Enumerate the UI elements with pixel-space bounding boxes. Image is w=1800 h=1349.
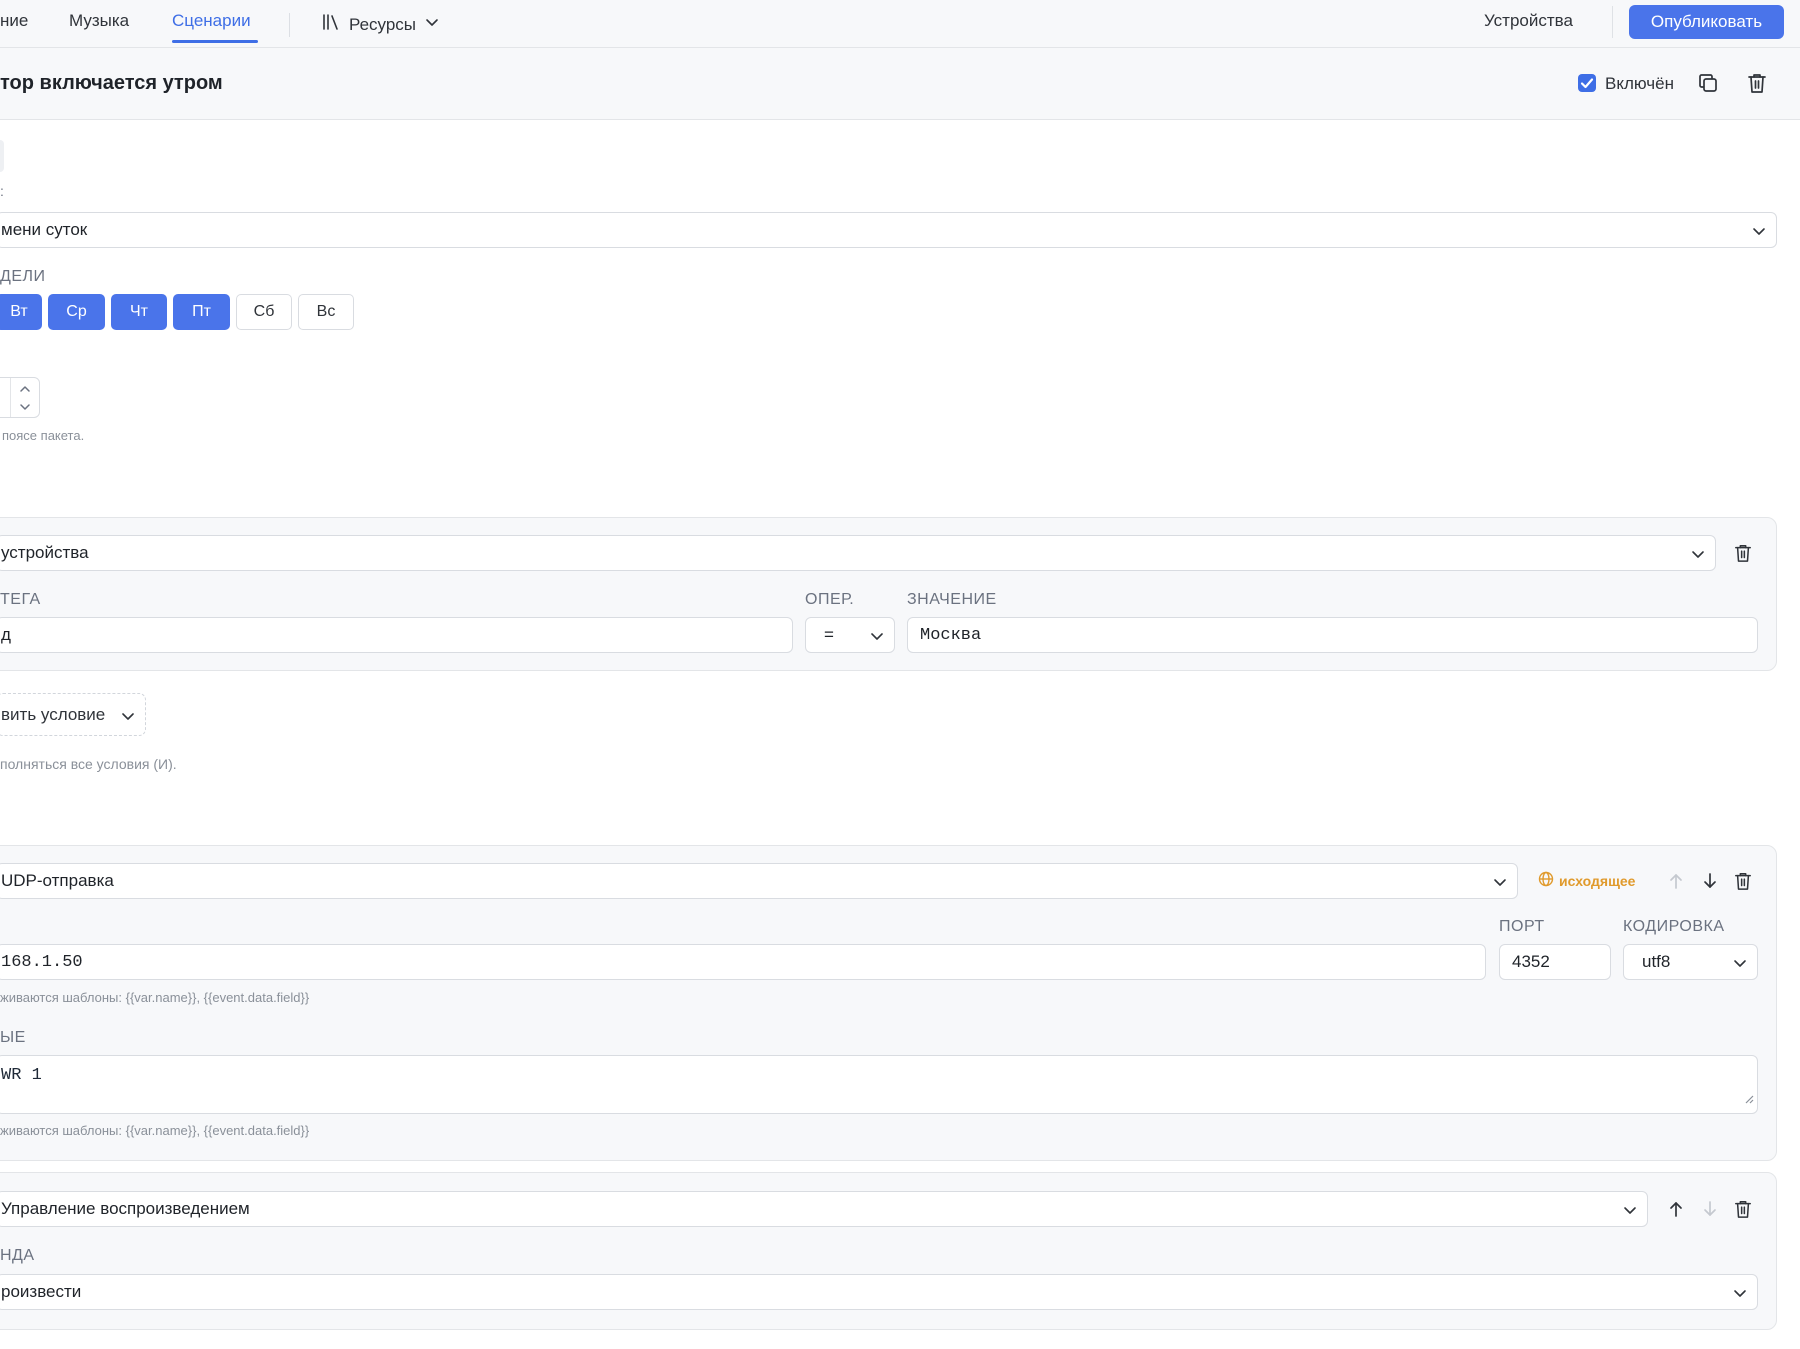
chevron-down-icon xyxy=(1691,546,1705,566)
publish-button[interactable]: Опубликовать xyxy=(1629,5,1784,39)
host-value: 168.1.50 xyxy=(1,952,83,972)
encoding-label: КОДИРОВКА xyxy=(1623,918,1725,935)
day-tue-button[interactable]: Вт xyxy=(0,294,42,330)
chevron-down-icon xyxy=(121,708,135,728)
add-condition-label: вить условие xyxy=(1,704,106,724)
action-type-select-2[interactable]: Управление воспроизведением xyxy=(0,1191,1648,1227)
command-label: НДА xyxy=(0,1247,35,1264)
data-value: WR 1 xyxy=(1,1066,42,1085)
tag-label: ТЕГА xyxy=(0,591,41,608)
condition-value-input[interactable]: Москва xyxy=(907,617,1758,653)
chevron-down-icon xyxy=(1733,1285,1747,1305)
resize-handle-icon[interactable] xyxy=(1744,1091,1754,1110)
nav-item-music[interactable]: Музыка xyxy=(69,11,129,31)
trigger-type-select[interactable]: мени суток xyxy=(0,212,1777,248)
day-fri-button[interactable]: Пт xyxy=(173,294,230,330)
move-down-arrow-icon[interactable] xyxy=(1697,868,1723,894)
day-sun-button[interactable]: Вс xyxy=(298,294,354,330)
outgoing-badge: исходящее xyxy=(1538,871,1635,890)
conditions-hint: полняться все условия (И). xyxy=(0,756,177,772)
enabled-label: Включён xyxy=(1605,74,1674,93)
scenario-header xyxy=(0,48,1800,120)
tag-input-value: д xyxy=(1,625,11,644)
condition-type-value: устройства xyxy=(1,543,89,562)
condition-value: Москва xyxy=(920,625,982,645)
nav-item-resources-label: Ресурсы xyxy=(349,14,417,34)
nav-divider-right xyxy=(1612,6,1613,38)
day-wed-button[interactable]: Ср xyxy=(48,294,105,330)
stepper-down-icon[interactable] xyxy=(18,400,32,418)
trigger-type-value: мени суток xyxy=(1,220,88,239)
copy-icon[interactable] xyxy=(1695,70,1721,96)
port-label: ПОРТ xyxy=(1499,918,1545,935)
host-input[interactable]: 168.1.50 xyxy=(0,944,1486,980)
day-sat-button[interactable]: Сб xyxy=(236,294,292,330)
chevron-down-icon xyxy=(425,15,439,34)
action-type-select[interactable]: UDP-отправка xyxy=(0,863,1518,899)
trigger-fragment xyxy=(0,140,4,172)
command-value: роизвести xyxy=(1,1282,82,1301)
nav-divider xyxy=(289,13,290,37)
nav-item-devices[interactable]: Устройства xyxy=(1484,11,1573,31)
timezone-hint: поясе пакета. xyxy=(2,428,85,443)
nav-item-scenarios[interactable]: Сценарии xyxy=(172,11,251,31)
delete-condition-trash-icon[interactable] xyxy=(1730,540,1756,566)
stepper-up-icon[interactable] xyxy=(18,382,32,400)
scenario-title: тор включается утром xyxy=(0,72,223,94)
delete-scenario-trash-icon[interactable] xyxy=(1744,70,1770,96)
move-up-arrow-icon[interactable] xyxy=(1663,868,1689,894)
condition-type-select[interactable]: устройства xyxy=(0,535,1716,571)
nav-item-partial[interactable]: ние xyxy=(0,11,28,31)
port-value: 4352 xyxy=(1512,952,1550,971)
command-select[interactable]: роизвести xyxy=(0,1274,1758,1310)
active-tab-indicator xyxy=(172,40,258,43)
day-thu-button[interactable]: Чт xyxy=(111,294,167,330)
port-input[interactable]: 4352 xyxy=(1499,944,1611,980)
days-of-week-label: ДЕЛИ xyxy=(0,268,46,285)
operator-value: = xyxy=(824,625,834,644)
host-template-hint: живаются шаблоны: {{var.name}}, {{event.… xyxy=(0,990,310,1005)
enabled-checkbox[interactable] xyxy=(1578,74,1596,92)
chevron-down-icon xyxy=(1752,223,1766,243)
nav-item-resources[interactable]: Ресурсы xyxy=(322,13,439,36)
data-template-hint: живаются шаблоны: {{var.name}}, {{event.… xyxy=(0,1123,310,1138)
chevron-down-icon xyxy=(1493,874,1507,894)
data-label: ЫЕ xyxy=(0,1029,26,1046)
trigger-label-fragment: : xyxy=(0,183,4,199)
tag-input[interactable]: д xyxy=(0,617,793,653)
operator-label: ОПЕР. xyxy=(805,591,855,608)
chevron-down-icon xyxy=(870,628,884,648)
delete-action-trash-icon[interactable] xyxy=(1730,868,1756,894)
library-icon xyxy=(322,13,340,36)
operator-select[interactable]: = xyxy=(805,617,895,653)
globe-icon xyxy=(1538,871,1554,890)
chevron-down-icon xyxy=(1623,1202,1637,1222)
value-label: ЗНАЧЕНИЕ xyxy=(907,591,997,608)
encoding-value: utf8 xyxy=(1642,952,1671,971)
delete-action-trash-icon[interactable] xyxy=(1730,1196,1756,1222)
data-textarea[interactable]: WR 1 xyxy=(0,1055,1758,1114)
stepper-divider xyxy=(10,378,11,417)
move-down-arrow-icon[interactable] xyxy=(1697,1196,1723,1222)
action-type-value: UDP-отправка xyxy=(1,871,114,890)
encoding-select[interactable]: utf8 xyxy=(1623,944,1758,980)
action-type-value-2: Управление воспроизведением xyxy=(1,1199,250,1218)
add-condition-button[interactable]: вить условие xyxy=(0,693,146,736)
move-up-arrow-icon[interactable] xyxy=(1663,1196,1689,1222)
outgoing-badge-label: исходящее xyxy=(1559,872,1636,889)
chevron-down-icon xyxy=(1733,955,1747,975)
